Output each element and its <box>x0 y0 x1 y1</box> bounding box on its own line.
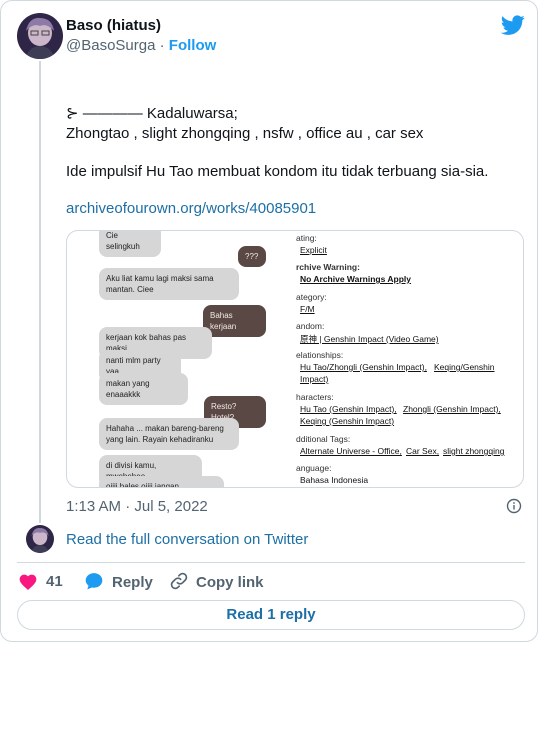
reply-label: Reply <box>112 574 153 591</box>
relationship-2: Keqing/Genshin <box>434 362 495 372</box>
language-value: Bahasa Indonesia <box>300 475 368 485</box>
reply-icon <box>84 571 104 595</box>
link-icon <box>169 571 189 595</box>
category-value: F/M <box>300 304 315 314</box>
characters-label: haracters: <box>296 392 334 402</box>
copy-link-label: Copy link <box>196 574 264 591</box>
info-icon[interactable] <box>506 498 522 519</box>
relationship-3: Impact) <box>300 374 328 384</box>
chat-bubble-received: makan yang enaaakkk <box>99 373 188 405</box>
warning-value: No Archive Warnings Apply <box>300 274 411 284</box>
thread-line <box>39 61 41 523</box>
tweet-media-image[interactable]: Cie selingkuh???Aku liat kamu lagi maksi… <box>66 230 524 488</box>
author-handle-line: @BasoSurga · Follow <box>66 37 216 54</box>
tag-3: slight zhongqing <box>443 446 504 456</box>
rating-label: ating: <box>296 233 317 243</box>
tweet-text-line-1: ⊱ ———— Kadaluwarsa; <box>66 104 238 124</box>
like-count: 41 <box>46 573 63 590</box>
tags-label: dditional Tags: <box>296 434 350 444</box>
tweet-card: Baso (hiatus) @BasoSurga · Follow ⊱ ————… <box>0 0 538 642</box>
author-display-name[interactable]: Baso (hiatus) <box>66 17 161 34</box>
reader-avatar[interactable] <box>26 525 54 553</box>
tweet-timestamp[interactable]: 1:13 AM · Jul 5, 2022 <box>66 498 208 515</box>
heart-icon <box>18 572 38 596</box>
category-label: ategory: <box>296 292 327 302</box>
relationship-1: Hu Tao/Zhongli (Genshin Impact), <box>300 362 427 372</box>
character-2: Zhongli (Genshin Impact), <box>403 404 501 414</box>
chat-bubble-sent: ??? <box>238 246 266 267</box>
chat-bubble-sent: Bahas kerjaan <box>203 305 266 337</box>
chat-bubble-received: Cie selingkuh <box>99 230 161 257</box>
read-replies-button[interactable]: Read 1 reply <box>17 600 525 630</box>
chat-bubble-received: Hahaha ... makan bareng-bareng yang lain… <box>99 418 239 450</box>
character-1: Hu Tao (Genshin Impact), <box>300 404 397 414</box>
tweet-text-line-2: Zhongtao , slight zhongqing , nsfw , off… <box>66 124 423 144</box>
fandom-label: andom: <box>296 321 324 331</box>
warning-label: rchive Warning: <box>296 262 360 272</box>
chat-bubble-received: oiiii bales oiiii jangan selingkuhh <box>99 476 224 488</box>
tweet-link[interactable]: archiveofourown.org/works/40085901 <box>66 199 316 219</box>
rating-value: Explicit <box>300 245 327 255</box>
follow-button[interactable]: Follow <box>169 37 217 54</box>
language-label: anguage: <box>296 463 331 473</box>
chat-bubble-received: Aku liat kamu lagi maksi sama mantan. Ci… <box>99 268 239 300</box>
fandom-value: 原神 | Genshin Impact (Video Game) <box>300 333 439 345</box>
tag-2: Car Sex, <box>406 446 439 456</box>
divider <box>17 562 525 563</box>
author-handle[interactable]: @BasoSurga <box>66 37 155 54</box>
tweet-text-line-3: Ide impulsif Hu Tao membuat kondom itu t… <box>66 162 488 182</box>
author-avatar[interactable] <box>17 13 63 59</box>
tag-1: Alternate Universe - Office, <box>300 446 402 456</box>
twitter-bird-icon[interactable] <box>501 13 525 42</box>
relationships-label: elationships: <box>296 350 343 360</box>
read-conversation-link[interactable]: Read the full conversation on Twitter <box>66 531 308 548</box>
character-3: Keqing (Genshin Impact) <box>300 416 394 426</box>
separator-dot: · <box>160 37 165 54</box>
